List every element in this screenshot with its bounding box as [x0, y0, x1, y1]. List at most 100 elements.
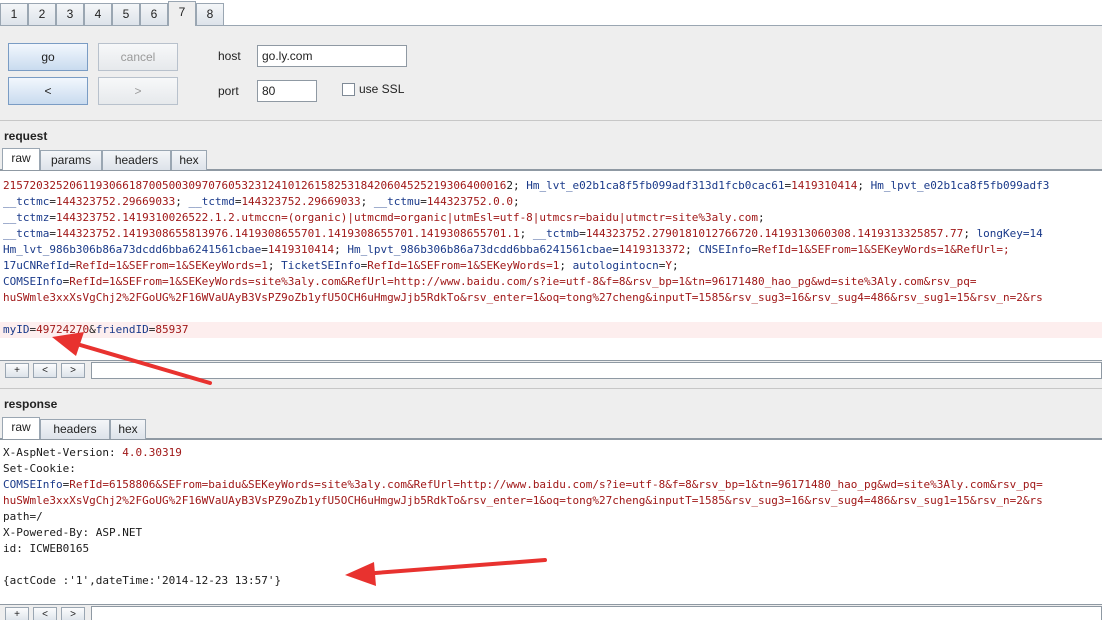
request-token: RefId=1&SEFrom=1&SEKeyWords=site%3aly.co… — [69, 275, 977, 288]
request-line: __tctma=144323752.1419308655813976.14193… — [3, 226, 1043, 242]
top-tab-2[interactable]: 2 — [28, 3, 56, 25]
request-token: = — [49, 227, 56, 240]
request-raw-pane[interactable]: 2157203252061193066187005003097076053231… — [0, 170, 1102, 361]
request-token: COMSEInfo — [3, 275, 63, 288]
request-token: = — [49, 195, 56, 208]
response-token: path=/ — [3, 510, 43, 523]
request-tab-params[interactable]: params — [40, 150, 102, 170]
request-token: RefId=1&SEFrom=1&SEKeyWords=1 — [367, 259, 560, 272]
use-ssl-checkbox[interactable] — [342, 83, 355, 96]
response-line: X-Powered-By: ASP.NET — [3, 525, 142, 541]
top-tab-3[interactable]: 3 — [56, 3, 84, 25]
connection-controls: go cancel < > host go.ly.com port 80 use… — [0, 26, 1102, 120]
request-nav-search-field[interactable] — [91, 362, 1102, 379]
forward-button[interactable]: > — [98, 77, 178, 105]
section-divider — [0, 388, 1102, 389]
use-ssl-label: use SSL — [359, 82, 405, 96]
request-token: autologintocn — [572, 259, 659, 272]
request-token: huSWmle3xxXsVgChj2%2FGoUG%2F16WVaUAyB3Vs… — [3, 291, 1043, 304]
response-nav-prev-button[interactable]: < — [33, 607, 57, 620]
request-token: 144323752.1419308655813976.1419308655701… — [55, 227, 520, 240]
response-nav-bar: + < > — [0, 605, 1102, 620]
request-token: Y — [665, 259, 672, 272]
request-token: __tctma — [3, 227, 50, 240]
go-button[interactable]: go — [8, 43, 88, 71]
response-tab-raw[interactable]: raw — [2, 417, 40, 440]
request-token: TicketSEInfo — [281, 259, 361, 272]
host-label: host — [218, 49, 241, 63]
request-token: Hm_lpvt_e02b1ca8f5fb099adf3 — [870, 179, 1050, 192]
port-label: port — [218, 84, 239, 98]
request-token: = — [579, 227, 586, 240]
request-token: 1419310414 — [791, 179, 858, 192]
request-line: COMSEInfo=RefId=1&SEFrom=1&SEKeyWords=si… — [3, 274, 977, 290]
request-token: ; — [559, 259, 573, 272]
top-tab-5[interactable]: 5 — [112, 3, 140, 25]
request-token: 49724270 — [36, 323, 90, 336]
request-nav-add-button[interactable]: + — [5, 363, 29, 378]
request-token: ; — [360, 195, 374, 208]
request-token: CNSEInfo — [698, 243, 752, 256]
response-title: response — [4, 397, 58, 411]
response-line: huSWmle3xxXsVgChj2%2FGoUG%2F16WVaUAyB3Vs… — [3, 493, 1043, 509]
request-token: = — [420, 195, 427, 208]
request-tab-hex[interactable]: hex — [171, 150, 207, 170]
request-token: 144323752.29669033 — [241, 195, 361, 208]
request-nav-next-button[interactable]: > — [61, 363, 85, 378]
request-token: myID — [3, 323, 30, 336]
response-nav-search-field[interactable] — [91, 606, 1102, 620]
request-tab-raw[interactable]: raw — [2, 148, 40, 171]
request-token: & — [89, 323, 96, 336]
back-button[interactable]: < — [8, 77, 88, 105]
top-tab-1[interactable]: 1 — [0, 3, 28, 25]
request-tab-bar: raw params headers hex — [0, 148, 1102, 171]
request-token: = — [261, 243, 268, 256]
request-token: = — [69, 259, 76, 272]
request-token: 144323752.0.0 — [426, 195, 513, 208]
request-token: ; — [512, 195, 520, 208]
request-token: ; — [334, 243, 348, 256]
request-token: ; — [857, 179, 871, 192]
host-input[interactable]: go.ly.com — [257, 45, 407, 67]
request-line: 2157203252061193066187005003097076053231… — [3, 178, 1049, 194]
top-tab-4[interactable]: 4 — [84, 3, 112, 25]
request-token: __tctmb — [532, 227, 580, 240]
request-token: friendID — [95, 323, 149, 336]
response-token: X-Powered-By: ASP.NET — [3, 526, 143, 539]
response-line: COMSEInfo=RefId=6158806&SEFrom=baidu&SEK… — [3, 477, 1043, 493]
request-token: 17uCNRefId — [3, 259, 70, 272]
request-token: ; — [175, 195, 189, 208]
top-tab-8[interactable]: 8 — [196, 3, 224, 25]
response-line: path=/ — [3, 509, 43, 525]
request-token: 2; — [506, 179, 527, 192]
request-nav-prev-button[interactable]: < — [33, 363, 57, 378]
top-tab-7[interactable]: 7 — [168, 1, 196, 26]
request-token: RefId=1&SEFrom=1&SEKeyWords=1 — [75, 259, 268, 272]
request-tab-headers[interactable]: headers — [102, 150, 171, 170]
request-token: Hm_lvt_e02b1ca8f5fb099adf313d1fcb0cac61 — [526, 179, 785, 192]
request-line: 17uCNRefId=RefId=1&SEFrom=1&SEKeyWords=1… — [3, 258, 679, 274]
request-nav-bar: + < > — [0, 361, 1102, 381]
response-nav-add-button[interactable]: + — [5, 607, 29, 620]
response-line: Set-Cookie: — [3, 461, 76, 477]
response-line: {actCode :'1',dateTime:'2014-12-23 13:57… — [3, 573, 281, 589]
top-tab-6[interactable]: 6 — [140, 3, 168, 25]
response-nav-next-button[interactable]: > — [61, 607, 85, 620]
response-tab-hex[interactable]: hex — [110, 419, 146, 439]
request-token: Hm_lpvt_986b306b86a73dcdd6bba6241561cbae — [347, 243, 613, 256]
response-tab-headers[interactable]: headers — [40, 419, 110, 439]
cancel-button[interactable]: cancel — [98, 43, 178, 71]
request-token: 2157203252061193066187005003097076053231… — [3, 179, 507, 192]
controls-divider — [0, 120, 1102, 121]
response-raw-pane[interactable]: X-AspNet-Version: 4.0.30319 Set-Cookie: CO… — [0, 439, 1102, 605]
request-token: 144323752.1419310026522.1.2.utmccn=(orga… — [55, 211, 758, 224]
request-token: ; — [963, 227, 977, 240]
request-token: longKey=14 — [976, 227, 1043, 240]
request-token: __tctmc — [3, 195, 50, 208]
request-title: request — [4, 129, 48, 143]
request-token: 1419313372 — [618, 243, 686, 256]
request-token: = — [612, 243, 619, 256]
response-token: huSWmle3xxXsVgChj2%2FGoUG%2F16WVaUAyB3Vs… — [3, 494, 1043, 507]
port-input[interactable]: 80 — [257, 80, 317, 102]
request-line: huSWmle3xxXsVgChj2%2FGoUG%2F16WVaUAyB3Vs… — [3, 290, 1043, 306]
